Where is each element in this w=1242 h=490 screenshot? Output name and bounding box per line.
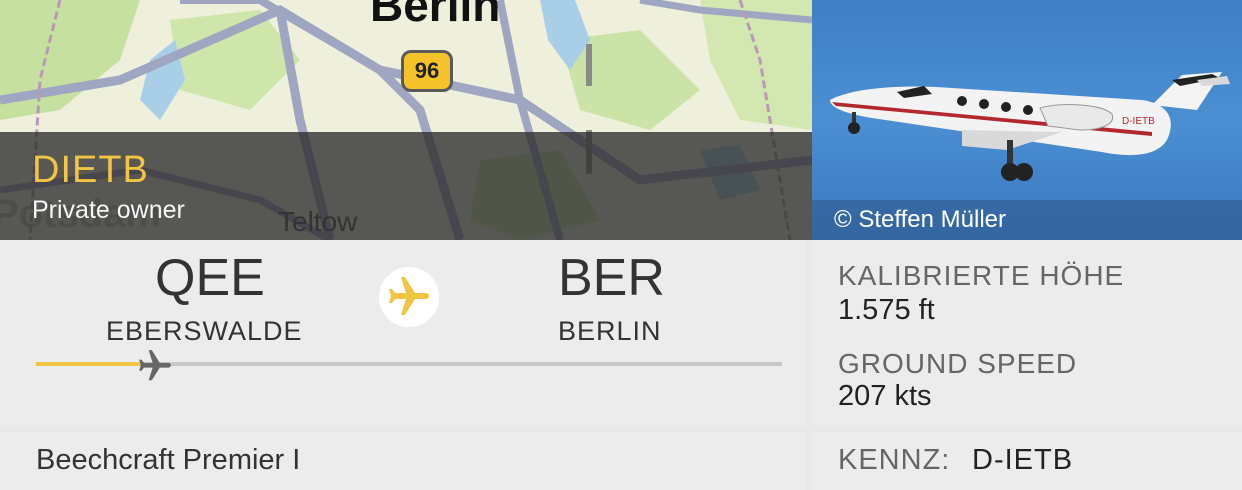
flight-callsign: DIETB <box>32 149 149 191</box>
ground-speed-label: GROUND SPEED <box>838 348 1078 379</box>
registration-value: D-IETB <box>972 444 1074 476</box>
map-label-teltow: Teltow <box>278 206 358 237</box>
origin-city: EBERSWALDE <box>106 316 303 346</box>
aircraft-type: Beechcraft Premier I <box>36 444 301 476</box>
progress-airplane-icon <box>136 347 174 390</box>
ground-speed-value: 207 kts <box>838 380 932 412</box>
svg-text:D-IETB: D-IETB <box>1122 116 1155 127</box>
registration-label: KENNZ: <box>838 444 951 476</box>
origin-airport-code: QEE <box>155 249 265 307</box>
airplane-icon <box>389 277 429 315</box>
aircraft-photo[interactable]: D-IETB © Steffen Müller <box>812 0 1242 240</box>
altitude-label: KALIBRIERTE HÖHE <box>838 260 1125 291</box>
altitude-value: 1.575 ft <box>838 294 935 326</box>
registration-row[interactable]: KENNZ: D-IETB <box>812 432 1242 490</box>
destination-airport-code: BER <box>558 249 665 307</box>
destination-city: BERLIN <box>558 316 662 346</box>
flight-stats-panel: KALIBRIERTE HÖHE 1.575 ft GROUND SPEED 2… <box>812 240 1242 426</box>
flight-map[interactable]: Berlin 96 Potsdam Teltow Schönefeld DIET… <box>0 0 812 240</box>
map-label-berlin: Berlin <box>370 0 501 31</box>
aircraft-type-row[interactable]: Beechcraft Premier I <box>0 432 806 490</box>
airplane-icon-badge <box>379 267 439 327</box>
photo-credit: © Steffen Müller <box>812 200 1242 240</box>
flight-progress-fill <box>36 362 140 366</box>
road-number-badge: 96 <box>401 50 453 92</box>
aircraft-owner: Private owner <box>32 196 185 224</box>
map-label-schoenefeld: Schönefeld <box>598 228 718 240</box>
